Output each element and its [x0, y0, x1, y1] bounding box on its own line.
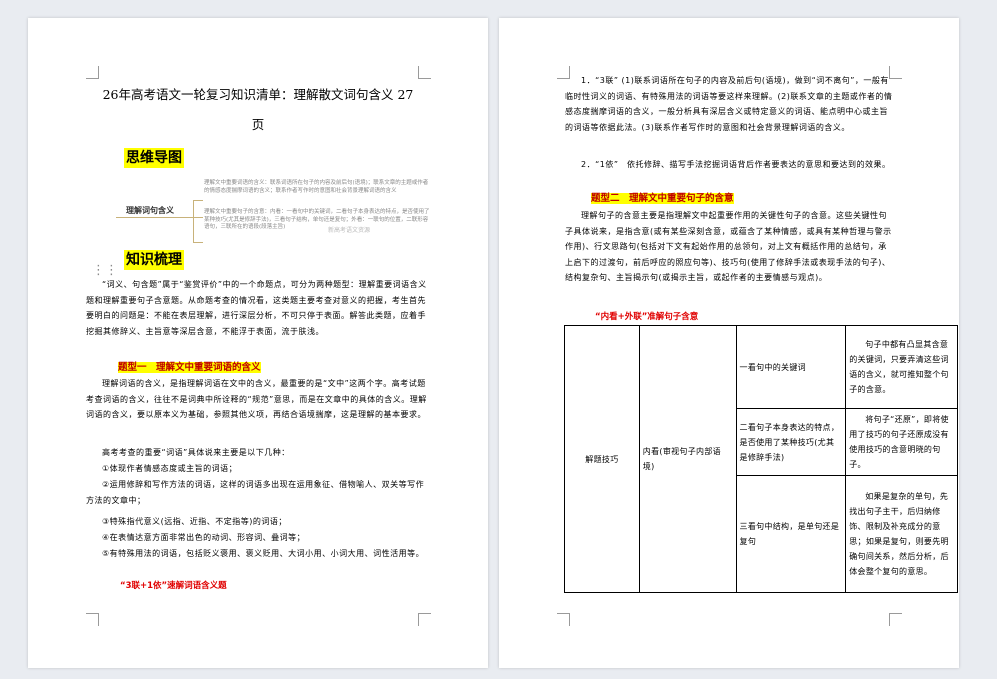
list-item: ①体现作者情感态度或主旨的词语；	[102, 464, 238, 473]
mindmap-branch-words: 理解文中重要词语的含义：联系词语所在句子的内容及前后句(语境)；联系文章的主题或…	[204, 180, 429, 194]
type2-paragraph: 理解句子的含意主要是指理解文中起重要作用的关键性句子的含意。这些关键性句子具体说…	[565, 211, 892, 283]
three-plus-one-subheading: “3联+1依”速解词语含义题	[120, 581, 227, 591]
mindmap-connector-top	[193, 200, 203, 201]
knowledge-heading: 知识梳理	[124, 250, 184, 270]
table-row: 解题技巧 内看(审视句子内部语境) 一看句中的关键词 句子中都有凸显其含意的关键…	[564, 325, 958, 593]
table-cell-method: 三看句中结构，是单句还是复句	[735, 475, 847, 593]
table-cell-desc: 句子中都有凸显其含意的关键词，只要弄清这些词语的含义，就可推知整个句子的含意。	[845, 325, 958, 409]
margin-mark-top-right	[418, 66, 431, 79]
type1-list-intro: 高考考查的重要“词语”具体说来主要是以下几种：	[102, 448, 290, 457]
type2-heading: 题型二 理解文中重要句子的含意	[591, 193, 734, 204]
document-title: 26年高考语文一轮复习知识清单：理解散文词句含义 27页	[102, 87, 414, 132]
type1-paragraph: 理解词语的含义，是指理解词语在文中的含义，最重要的是“文中”这两个字。高考试题考…	[86, 379, 427, 420]
margin-mark-top-left	[86, 66, 99, 79]
margin-mark-bottom-left	[557, 613, 570, 626]
list-item: ⑤有特殊用法的词语，包括贬义褒用、褒义贬用、大词小用、小词大用、词性活用等。	[102, 549, 425, 558]
table-cell-inner-look: 内看(审视句子内部语境)	[638, 325, 737, 593]
mindmap-connector-vertical	[193, 200, 194, 242]
margin-mark-bottom-right	[418, 613, 431, 626]
mindmap-connector-root	[116, 217, 203, 218]
margin-mark-bottom-right	[889, 613, 902, 626]
document-page-left: 26年高考语文一轮复习知识清单：理解散文词句含义 27页 思维导图 理解词句含义…	[28, 18, 488, 668]
table-cell-technique: 解题技巧	[564, 325, 640, 593]
margin-mark-bottom-left	[86, 613, 99, 626]
list-item: ②运用修辞和写作方法的词语，这样的词语多出现在运用象征、借物喻人、双关等写作方法…	[86, 480, 425, 505]
mindmap-heading: 思维导图	[124, 148, 184, 168]
watermark-text: 新高考语文资源	[328, 227, 371, 234]
list-item: ③特殊指代意义(远指、近指、不定指等)的词语；	[102, 517, 287, 526]
table-cell-method: 一看句中的关键词	[735, 325, 847, 409]
intro-paragraph: “词义、句含题”属于“鉴赏评价”中的一个命题点，可分为两种题型：理解重要词语含义…	[86, 280, 427, 336]
list-item: ④在表情达意方面非常出色的动词、形容词、叠词等；	[102, 533, 306, 542]
type1-heading: 题型一 理解文中重要词语的含义	[118, 362, 261, 373]
document-page-right: 1．“3联” (1)联系词语所在句子的内容及前后句(语境)，做到“词不离句”，一…	[499, 18, 959, 668]
mindmap-branch-sentences: 理解文中重要句子的含意：内看：一看句中的关键词，二看句子本身表达的特点，是否使用…	[204, 209, 430, 230]
table-cell-method: 二看句子本身表达的特点，是否使用了某种技巧(尤其是修辞手法)	[735, 408, 847, 476]
three-links-paragraph: 1．“3联” (1)联系词语所在句子的内容及前后句(语境)，做到“词不离句”，一…	[565, 76, 893, 132]
sentence-method-table: 解题技巧 内看(审视句子内部语境) 一看句中的关键词 句子中都有凸显其含意的关键…	[564, 325, 958, 593]
mindmap-root: 理解词句含义	[126, 206, 174, 215]
mindmap-connector-bottom	[193, 242, 203, 243]
table-cell-desc: 如果是复杂的单句，先找出句子主干，后归纳修饰、限制及补充成分的意思；如果是复句，…	[845, 475, 958, 593]
table-cell-desc: 将句子“还原”，即将使用了技巧的句子还原成没有使用技巧的含意明晓的句子。	[845, 408, 958, 476]
inner-outer-subheading: “内看+外联”准解句子含意	[595, 312, 699, 322]
one-basis-paragraph: 2．“1依” 依托修辞、描写手法挖掘词语背后作者要表达的意思和要达到的效果。	[581, 160, 891, 169]
